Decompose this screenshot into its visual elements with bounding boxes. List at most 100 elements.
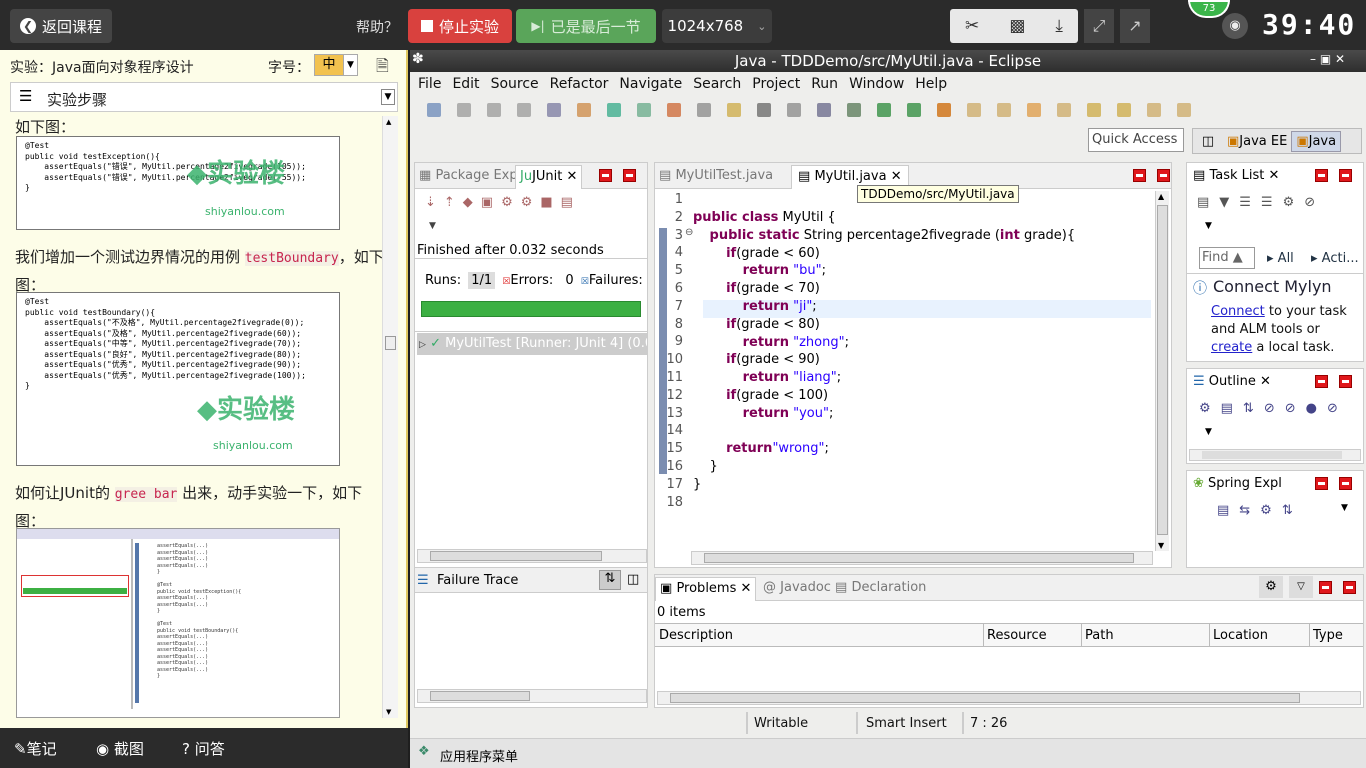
menu-help[interactable]: Help [915, 76, 947, 92]
view-menu-icon[interactable]: ▼ [1205, 427, 1212, 437]
tasklist-toolbar[interactable]: ▤▼☰☰⚙⊘ [1197, 195, 1325, 210]
minimize-button[interactable] [1315, 375, 1328, 388]
test-tree-item[interactable]: ▷ ✓ MyUtilTest [Runner: JUnit 4] (0.00 [417, 333, 647, 355]
last-section-button[interactable]: ▶| 已是最后一节 [516, 9, 656, 43]
compare-icon[interactable]: ◫ [627, 572, 639, 587]
tab-junit[interactable]: JuJUnit ✕ [515, 165, 583, 189]
menu-refactor[interactable]: Refactor [550, 76, 609, 92]
scroll-thumb[interactable] [1202, 451, 1342, 459]
open-folder-icon[interactable] [967, 103, 981, 117]
tab-outline[interactable]: ☰ Outline ✕ [1193, 374, 1271, 389]
maximize-button[interactable] [1339, 169, 1352, 182]
maximize-button[interactable] [1339, 477, 1352, 490]
scroll-down-icon[interactable]: ▼ [386, 708, 391, 716]
run-icon[interactable] [877, 103, 891, 117]
tab-declaration[interactable]: ▤ Declaration [835, 580, 926, 595]
minimize-button[interactable] [1315, 477, 1328, 490]
menu-window[interactable]: Window [849, 76, 904, 92]
scroll-thumb[interactable] [430, 551, 602, 561]
horizontal-scrollbar[interactable] [1189, 449, 1361, 461]
resolution-select[interactable]: 1024x768 ⌄ [662, 9, 772, 43]
minimize-button[interactable] [1319, 581, 1332, 594]
scroll-thumb[interactable] [704, 553, 1134, 563]
vertical-scrollbar[interactable]: ▲ ▼ [1155, 191, 1169, 551]
app-menu-label[interactable]: 应用程序菜单 [440, 746, 518, 765]
scroll-down-icon[interactable]: ▼ [1158, 541, 1164, 550]
scroll-thumb[interactable] [385, 336, 396, 350]
view-menu-icon[interactable]: ▽ [1289, 576, 1313, 598]
column-location[interactable]: Location [1213, 628, 1268, 643]
maximize-button[interactable] [623, 169, 636, 182]
maximize-button[interactable] [1157, 169, 1170, 182]
horizontal-scrollbar[interactable] [657, 691, 1361, 705]
new-icon[interactable] [427, 103, 441, 117]
print-icon[interactable] [517, 103, 531, 117]
column-resource[interactable]: Resource [987, 628, 1047, 643]
minimize-button[interactable] [1133, 169, 1146, 182]
column-divider[interactable] [1309, 624, 1310, 646]
menu-edit[interactable]: Edit [452, 76, 479, 92]
wand-icon[interactable] [787, 103, 801, 117]
skip-icon[interactable] [697, 103, 711, 117]
close-icon[interactable]: ✕ [567, 169, 578, 184]
window-controls[interactable]: – ▣ ✕ [1310, 52, 1345, 66]
scroll-up-icon[interactable]: ▲ [1158, 192, 1164, 201]
filter-trace-icon[interactable]: ⇅ [599, 570, 621, 590]
filter-icon[interactable]: ⚙ [1259, 576, 1283, 598]
activate-filter[interactable]: ▸ Acti... [1311, 251, 1359, 266]
debug-bin-icon[interactable] [547, 103, 561, 117]
menu-navigate[interactable]: Navigate [619, 76, 682, 92]
shrink-icon[interactable]: ⤢ [1084, 9, 1114, 43]
tab-myutiltest[interactable]: ▤ MyUtilTest.java [659, 168, 773, 183]
spring-toolbar[interactable]: ▤⇆⚙⇅ [1217, 503, 1303, 518]
column-divider[interactable] [1209, 624, 1210, 646]
app-menu-icon[interactable]: ❖ [418, 744, 430, 759]
code-editor[interactable]: public class MyUtil { public static Stri… [693, 209, 1153, 494]
scroll-thumb[interactable] [1157, 205, 1168, 535]
stop-experiment-button[interactable]: 停止实验 [408, 9, 512, 43]
tab-package-explorer[interactable]: ▦ Package Exp [419, 168, 518, 183]
link-icon[interactable] [1057, 103, 1071, 117]
refresh-icon[interactable] [607, 103, 621, 117]
minimize-button[interactable] [599, 169, 612, 182]
scroll-up-icon[interactable]: ▲ [386, 118, 391, 126]
connect-link[interactable]: Connect [1211, 304, 1265, 319]
profile-icon[interactable] [937, 103, 951, 117]
open-perspective-icon[interactable]: ◫ [1193, 134, 1223, 149]
horizontal-scrollbar[interactable] [417, 549, 647, 563]
scroll-thumb[interactable] [430, 691, 530, 701]
tab-task-list[interactable]: ▤ Task List ✕ [1193, 168, 1279, 183]
tab-spring-explorer[interactable]: ❀ Spring Expl [1193, 476, 1282, 491]
close-icon[interactable]: ✕ [1269, 168, 1280, 183]
open-file-icon[interactable] [997, 103, 1011, 117]
open-type-icon[interactable] [757, 103, 771, 117]
task-find-input[interactable]: Find ▲ [1199, 247, 1255, 269]
column-type[interactable]: Type [1313, 628, 1343, 643]
prev-annot-icon[interactable] [1117, 103, 1131, 117]
horizontal-scrollbar[interactable] [691, 551, 1153, 565]
save-all-icon[interactable] [487, 103, 501, 117]
menu-source[interactable]: Source [491, 76, 539, 92]
view-menu-icon[interactable]: ▼ [1341, 503, 1348, 513]
next-annot-icon[interactable] [1087, 103, 1101, 117]
qa-button[interactable]: ? 问答 [182, 738, 225, 759]
highlight-icon[interactable] [727, 103, 741, 117]
external-link-icon[interactable]: ↗ [1120, 9, 1150, 43]
column-divider[interactable] [983, 624, 984, 646]
persp-java[interactable]: ▣Java [1291, 130, 1342, 152]
maximize-button[interactable] [1339, 375, 1352, 388]
column-description[interactable]: Description [659, 628, 733, 643]
column-divider[interactable] [1081, 624, 1082, 646]
screenshot-button[interactable]: ◉ 截图 [96, 738, 144, 759]
close-icon[interactable]: ✕ [1260, 374, 1271, 389]
document-icon[interactable]: 🗎 [376, 55, 389, 82]
tab-javadoc[interactable]: @ Javadoc [763, 580, 831, 595]
lesson-scrollbar[interactable]: ▲ ▼ [382, 116, 398, 718]
cut-icon[interactable]: ✂ [965, 16, 979, 36]
download-icon[interactable]: ⤓ [1055, 16, 1063, 36]
font-size-select[interactable]: 中 ▼ [314, 54, 358, 76]
task-icon[interactable] [817, 103, 831, 117]
close-icon[interactable]: ✕ [741, 581, 752, 596]
create-link[interactable]: create [1211, 340, 1252, 355]
run-last-icon[interactable] [667, 103, 681, 117]
